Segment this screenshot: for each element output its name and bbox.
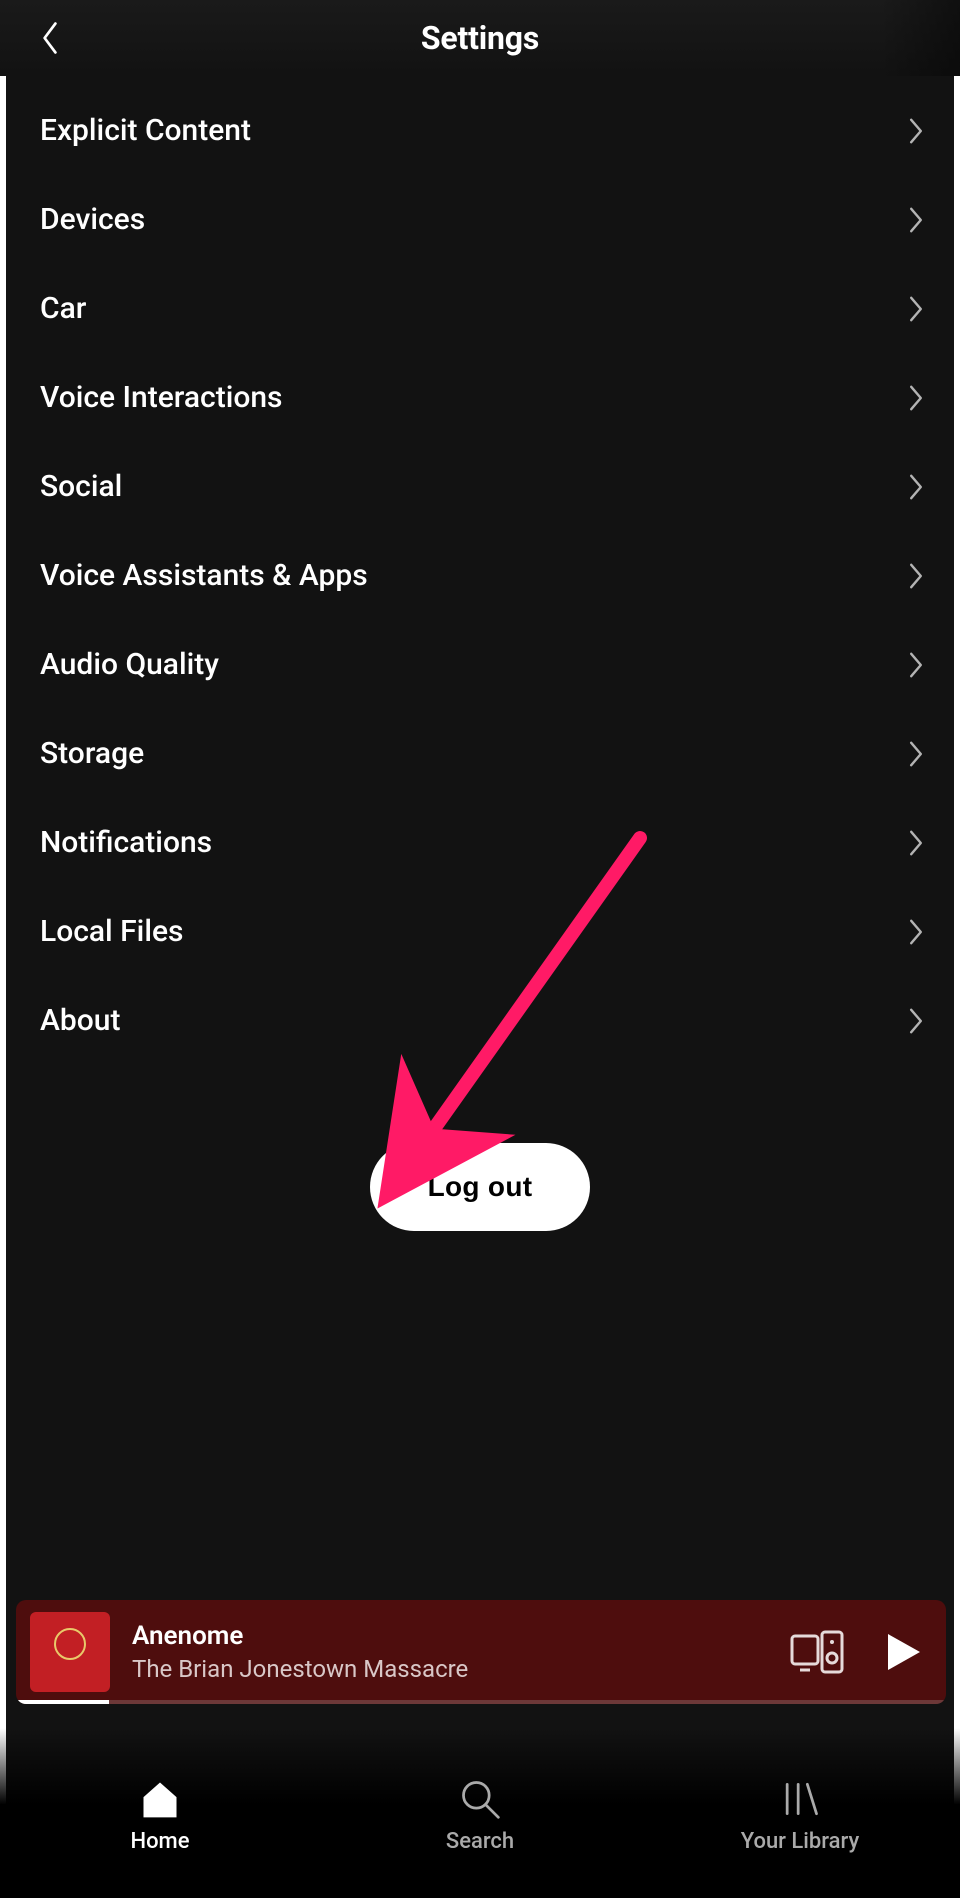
logout-container: Log out [0,1143,960,1231]
page-edge [0,0,6,1898]
library-icon [778,1777,822,1821]
nav-home[interactable]: Home [60,1777,260,1854]
settings-item-label: Car [40,291,86,326]
chevron-right-icon [906,471,926,503]
settings-list: Explicit Content Devices Car Voice Inter… [0,76,960,1065]
settings-item-label: Storage [40,736,144,771]
settings-item-local-files[interactable]: Local Files [0,887,960,976]
settings-item-audio-quality[interactable]: Audio Quality [0,620,960,709]
track-artist: The Brian Jonestown Massacre [132,1655,790,1683]
settings-item-explicit-content[interactable]: Explicit Content [0,86,960,175]
track-info: Anenome The Brian Jonestown Massacre [132,1621,790,1683]
track-title: Anenome [132,1621,790,1651]
settings-item-car[interactable]: Car [0,264,960,353]
nav-label: Search [446,1829,514,1854]
nav-library[interactable]: Your Library [700,1777,900,1854]
settings-item-label: Explicit Content [40,113,251,148]
settings-item-label: Devices [40,202,145,237]
settings-item-notifications[interactable]: Notifications [0,798,960,887]
settings-item-label: Voice Assistants & Apps [40,558,368,593]
play-icon [880,1630,924,1674]
nav-label: Your Library [741,1829,860,1854]
nav-label: Home [130,1829,189,1854]
settings-item-devices[interactable]: Devices [0,175,960,264]
page-edge [954,0,960,1898]
chevron-right-icon [906,738,926,770]
now-playing-bar[interactable]: Anenome The Brian Jonestown Massacre [16,1600,946,1704]
back-button[interactable] [30,18,70,58]
settings-item-about[interactable]: About [0,976,960,1065]
chevron-right-icon [906,382,926,414]
settings-item-social[interactable]: Social [0,442,960,531]
chevron-right-icon [906,1005,926,1037]
settings-item-label: About [40,1003,120,1038]
settings-item-label: Voice Interactions [40,380,283,415]
search-icon [458,1777,502,1821]
devices-icon [790,1630,844,1674]
settings-item-label: Notifications [40,825,212,860]
settings-item-label: Local Files [40,914,183,949]
settings-item-label: Social [40,469,122,504]
playback-progress[interactable] [16,1700,946,1704]
playback-progress-fill [16,1700,109,1704]
settings-item-storage[interactable]: Storage [0,709,960,798]
settings-item-voice-assistants-apps[interactable]: Voice Assistants & Apps [0,531,960,620]
header: Settings [0,0,960,76]
nav-search[interactable]: Search [380,1777,580,1854]
settings-item-label: Audio Quality [40,647,219,682]
album-art [30,1612,110,1692]
play-button[interactable] [880,1630,924,1674]
chevron-right-icon [906,916,926,948]
chevron-right-icon [906,293,926,325]
chevron-right-icon [906,827,926,859]
chevron-right-icon [906,649,926,681]
page-title: Settings [421,19,539,57]
chevron-right-icon [906,560,926,592]
chevron-right-icon [906,115,926,147]
log-out-button[interactable]: Log out [370,1143,591,1231]
header-shade [880,0,960,76]
connect-devices-button[interactable] [790,1630,844,1674]
settings-item-voice-interactions[interactable]: Voice Interactions [0,353,960,442]
bottom-nav: Home Search Your Library [0,1728,960,1898]
chevron-left-icon [39,20,61,56]
home-icon [138,1777,182,1821]
chevron-right-icon [906,204,926,236]
